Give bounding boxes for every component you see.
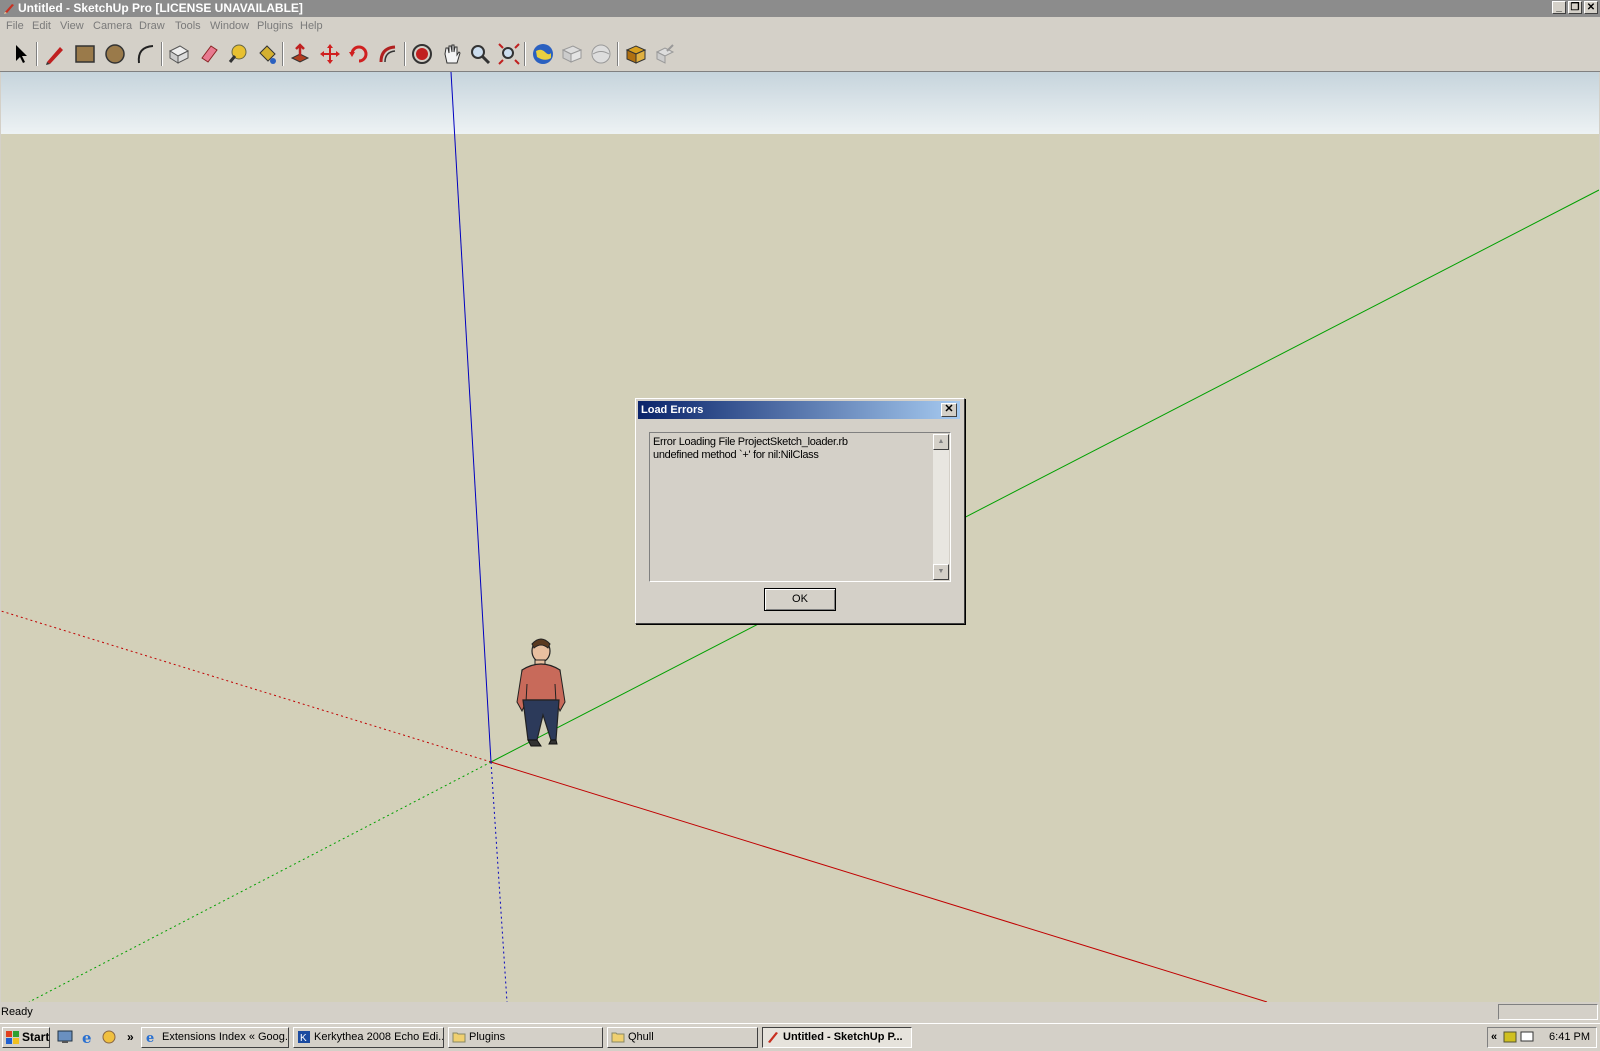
minimize-button[interactable]: _: [1552, 1, 1566, 14]
toolbar-separator: [617, 42, 619, 66]
google-earth-icon[interactable]: [531, 42, 555, 66]
task-label: Kerkythea 2008 Echo Edi...: [314, 1031, 444, 1043]
monitor-icon[interactable]: [1520, 1030, 1534, 1044]
pan-icon[interactable]: [440, 42, 464, 66]
folder-icon: [611, 1032, 625, 1043]
taskbar-item-plugins[interactable]: Plugins: [448, 1027, 603, 1048]
windows-flag-icon: [6, 1031, 19, 1044]
status-text: Ready: [1, 1006, 33, 1018]
scroll-down-icon[interactable]: ▼: [933, 564, 949, 580]
kerkythea-icon: K: [298, 1031, 310, 1044]
share-model-icon[interactable]: [653, 42, 677, 66]
push-pull-icon[interactable]: [288, 42, 312, 66]
orbit-icon[interactable]: [410, 42, 434, 66]
toolbar-separator: [404, 42, 406, 66]
ie-icon: e: [146, 1031, 154, 1044]
start-label: Start: [22, 1030, 50, 1044]
error-line-2: undefined method `+' for nil:NilClass: [653, 449, 819, 461]
follow-me-icon[interactable]: [376, 42, 400, 66]
network-icon[interactable]: [1503, 1030, 1517, 1044]
menu-window[interactable]: Window: [210, 20, 249, 32]
menu-camera[interactable]: Camera: [93, 20, 132, 32]
paint-bucket-icon[interactable]: [255, 42, 279, 66]
rectangle-icon[interactable]: [73, 42, 97, 66]
restore-button[interactable]: ❐: [1568, 1, 1582, 14]
zoom-extents-icon[interactable]: [497, 42, 521, 66]
close-icon[interactable]: ✕: [941, 403, 957, 417]
eraser-icon[interactable]: [197, 42, 221, 66]
taskbar-item-qhull[interactable]: Qhull: [607, 1027, 758, 1048]
error-message-box[interactable]: Error Loading File ProjectSketch_loader.…: [649, 432, 951, 582]
menu-help[interactable]: Help: [300, 20, 323, 32]
toolbar-separator: [36, 42, 38, 66]
taskbar: Start e » e Extensions Index « Goog... K…: [0, 1023, 1600, 1051]
circle-icon[interactable]: [103, 42, 127, 66]
task-label: Untitled - SketchUp P...: [783, 1031, 903, 1043]
menu-tools[interactable]: Tools: [175, 20, 201, 32]
mail-icon[interactable]: [101, 1029, 117, 1045]
toolbar-separator: [161, 42, 163, 66]
clock[interactable]: 6:41 PM: [1549, 1031, 1590, 1043]
sketchup-app-icon: [4, 4, 14, 14]
quick-launch-overflow[interactable]: »: [127, 1030, 134, 1044]
task-label: Qhull: [628, 1031, 654, 1043]
toolbar-separator: [282, 42, 284, 66]
scroll-up-icon[interactable]: ▲: [933, 434, 949, 450]
menu-draw[interactable]: Draw: [139, 20, 165, 32]
make-component-icon[interactable]: [167, 42, 191, 66]
svg-text:e: e: [82, 1029, 92, 1045]
internet-explorer-icon[interactable]: e: [80, 1029, 96, 1045]
taskbar-item-sketchup[interactable]: Untitled - SketchUp P...: [762, 1027, 912, 1048]
sketchup-icon: [768, 1032, 778, 1043]
toggle-terrain-icon[interactable]: [589, 42, 613, 66]
pencil-icon[interactable]: [43, 42, 67, 66]
status-bar: Ready: [0, 1002, 1600, 1022]
move-icon[interactable]: [318, 42, 342, 66]
svg-text:K: K: [300, 1033, 307, 1044]
sky: [1, 72, 1599, 134]
system-tray: « 6:41 PM: [1487, 1027, 1597, 1048]
show-desktop-icon[interactable]: [57, 1029, 73, 1045]
window-title: Untitled - SketchUp Pro [LICENSE UNAVAIL…: [18, 1, 303, 15]
toolbar-separator: [524, 42, 526, 66]
menu-view[interactable]: View: [60, 20, 84, 32]
import-terrain-icon[interactable]: [560, 42, 584, 66]
get-models-icon[interactable]: [624, 42, 648, 66]
measurements-box[interactable]: [1498, 1004, 1598, 1020]
menu-plugins[interactable]: Plugins: [257, 20, 293, 32]
select-icon[interactable]: [8, 42, 32, 66]
menu-bar: File Edit View Camera Draw Tools Window …: [0, 17, 1600, 37]
menu-file[interactable]: File: [6, 20, 24, 32]
ok-button[interactable]: OK: [764, 588, 836, 611]
error-line-1: Error Loading File ProjectSketch_loader.…: [653, 436, 848, 448]
task-label: Plugins: [469, 1031, 506, 1043]
zoom-icon[interactable]: [468, 42, 492, 66]
tray-expand-icon[interactable]: «: [1491, 1031, 1497, 1043]
window-title-bar[interactable]: Untitled - SketchUp Pro [LICENSE UNAVAIL…: [0, 0, 1600, 17]
rotate-icon[interactable]: [347, 42, 371, 66]
folder-icon: [452, 1032, 466, 1043]
taskbar-item-extensions-index[interactable]: e Extensions Index « Goog...: [141, 1027, 289, 1048]
task-label: Extensions Index « Goog...: [162, 1031, 289, 1043]
menu-edit[interactable]: Edit: [32, 20, 51, 32]
dialog-title-bar[interactable]: Load Errors ✕: [638, 401, 960, 419]
taskbar-item-kerkythea[interactable]: K Kerkythea 2008 Echo Edi...: [293, 1027, 444, 1048]
arc-icon[interactable]: [133, 42, 157, 66]
start-button[interactable]: Start: [2, 1027, 50, 1048]
vertical-scrollbar[interactable]: ▲ ▼: [933, 434, 949, 580]
close-window-button[interactable]: ✕: [1584, 1, 1598, 14]
tape-measure-icon[interactable]: [226, 42, 250, 66]
dialog-title: Load Errors: [641, 404, 704, 416]
main-toolbar: [0, 37, 1600, 72]
load-errors-dialog: Load Errors ✕ Error Loading File Project…: [635, 398, 965, 624]
svg-text:e: e: [146, 1031, 154, 1044]
